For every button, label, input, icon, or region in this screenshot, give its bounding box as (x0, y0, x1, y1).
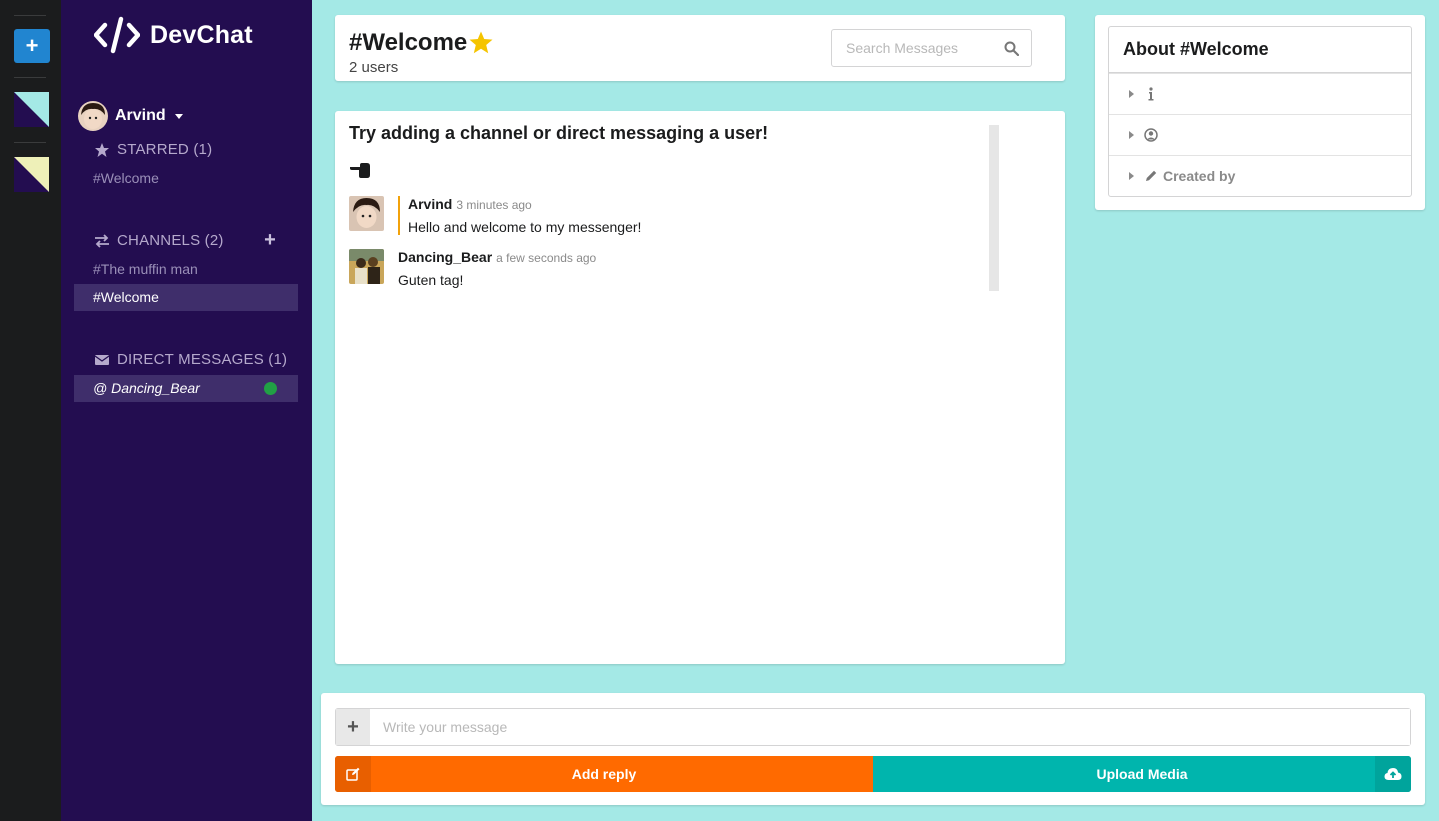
channel-details-panel: About #Welcome Created by (1095, 15, 1425, 210)
message-text: Hello and welcome to my messenger! (408, 219, 642, 235)
code-icon (94, 16, 140, 54)
avatar (349, 196, 384, 231)
dm-item-label: @ Dancing_Bear (93, 380, 200, 396)
user-count: 2 users (349, 59, 399, 76)
accordion-top-posters[interactable] (1109, 114, 1411, 155)
add-channel-icon[interactable]: + (262, 230, 278, 250)
starred-header: STARRED (1) (94, 141, 212, 158)
message-time: a few seconds ago (496, 251, 597, 265)
emoji-picker-button[interactable]: + (336, 709, 370, 745)
edit-icon (335, 756, 371, 792)
search-icon (1004, 41, 1019, 56)
caret-right-icon (1129, 131, 1134, 139)
message-item: Dancing_Bear a few seconds ago Guten tag! (349, 249, 596, 288)
message-author: Arvind (408, 196, 453, 212)
channels-header: CHANNELS (2) (94, 232, 224, 249)
channel-header: #Welcome 2 users (335, 15, 1065, 81)
star-icon[interactable] (468, 30, 494, 56)
user-circle-icon (1144, 128, 1158, 142)
dm-header: DIRECT MESSAGES (1) (94, 351, 287, 368)
avatar (78, 101, 108, 131)
dm-title: DIRECT MESSAGES (1) (117, 351, 288, 368)
app-rail: + (0, 0, 61, 821)
avatar (349, 249, 384, 284)
channels-title: CHANNELS (2) (117, 232, 224, 249)
about-accordion: About #Welcome Created by (1108, 26, 1412, 197)
message-time: 3 minutes ago (456, 198, 532, 212)
caret-right-icon (1129, 172, 1134, 180)
search-input[interactable] (832, 30, 982, 66)
caret-down-icon (174, 113, 183, 119)
empty-hint: Try adding a channel or direct messaging… (349, 123, 769, 143)
message-text: Guten tag! (398, 272, 464, 288)
caret-right-icon (1129, 90, 1134, 98)
pencil-icon (1146, 170, 1157, 181)
upload-media-button[interactable]: Upload Media (873, 756, 1411, 792)
theme-swatch-yellow[interactable] (14, 157, 49, 192)
rail-divider (14, 15, 46, 16)
accordion-channel-details[interactable] (1109, 73, 1411, 114)
hand-pointing-left-icon (350, 163, 370, 178)
user-name: Arvind (115, 107, 166, 124)
upload-media-label: Upload Media (1096, 766, 1188, 782)
about-title: About #Welcome (1109, 27, 1411, 73)
starred-item-welcome[interactable]: #Welcome (74, 165, 298, 192)
accordion-label: Created by (1163, 168, 1236, 184)
online-status-icon (264, 382, 277, 395)
message-form: + Add reply Upload Media (321, 693, 1425, 805)
message-input[interactable] (370, 709, 1410, 745)
message-input-group: + (335, 708, 1411, 746)
channel-name: #Welcome (349, 29, 468, 56)
channel-title: #Welcome (349, 29, 494, 57)
message-author: Dancing_Bear (398, 249, 493, 265)
add-team-button[interactable]: + (14, 29, 50, 63)
brand: DevChat (94, 16, 253, 54)
sidebar: DevChat Arvind STARRED (1) #Welcome CHAN… (61, 0, 312, 821)
app-name: DevChat (150, 20, 253, 49)
message-item: Arvind 3 minutes ago Hello and welcome to… (349, 196, 641, 235)
starred-title: STARRED (1) (117, 141, 213, 158)
star-icon (95, 142, 109, 157)
channel-item-muffin[interactable]: #The muffin man (74, 256, 298, 283)
mail-icon (94, 354, 110, 365)
add-reply-label: Add reply (571, 766, 637, 782)
info-icon (1148, 87, 1154, 101)
add-reply-button[interactable]: Add reply (335, 756, 873, 792)
scrollbar[interactable] (989, 125, 999, 291)
cloud-upload-icon (1375, 756, 1411, 792)
search-box[interactable] (831, 29, 1032, 67)
accordion-created-by[interactable]: Created by (1109, 155, 1411, 196)
rail-divider (14, 142, 46, 143)
user-dropdown[interactable]: Arvind (78, 101, 183, 131)
dm-item-dancing-bear[interactable]: @ Dancing_Bear (74, 375, 298, 402)
messages-panel: Try adding a channel or direct messaging… (335, 111, 1065, 664)
channel-item-welcome[interactable]: #Welcome (74, 284, 298, 311)
rail-divider (14, 77, 46, 78)
theme-swatch-teal[interactable] (14, 92, 49, 127)
exchange-icon (95, 233, 109, 248)
